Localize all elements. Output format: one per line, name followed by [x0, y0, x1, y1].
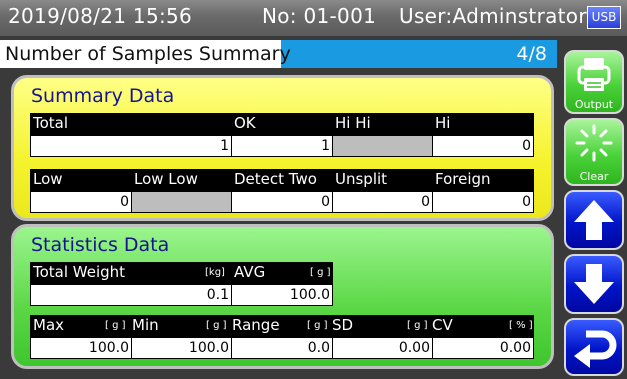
value-min: 100.0 — [131, 337, 232, 359]
stat-header-label: SD — [332, 316, 354, 334]
stat-header-unit: [ % ] — [509, 320, 533, 331]
summary-header-row-2: Low Low Low Detect Two Unsplit Foreign — [30, 169, 534, 191]
summary-value-row-1: 1 1 0 — [30, 135, 534, 157]
statistics-title: Statistics Data — [31, 234, 170, 256]
stat-header-label: Min — [132, 316, 159, 334]
value-low: 0 — [30, 191, 132, 213]
printer-icon — [577, 58, 611, 91]
value-ok: 1 — [231, 135, 333, 157]
summary-header-cell: Unsplit — [335, 170, 388, 188]
value-foreign: 0 — [432, 191, 534, 213]
value-range: 0.0 — [231, 337, 333, 359]
arrow-up-icon — [574, 200, 614, 240]
stat-header-unit: [ g ] — [307, 320, 328, 331]
summary-header-row-1: Total OK Hi Hi Hi — [30, 113, 534, 135]
clear-button[interactable]: Clear — [564, 118, 624, 186]
summary-header-cell: Low Low — [134, 170, 198, 188]
stat-value-row: 100.0 100.0 0.0 0.00 0.00 — [30, 337, 534, 359]
arrow-down-icon — [574, 264, 614, 304]
clear-icon — [575, 124, 613, 162]
stat-header-label: Total Weight — [33, 263, 126, 281]
stat-header-unit: [ g ] — [407, 320, 428, 331]
stat-header-unit: [ g ] — [206, 320, 227, 331]
title-bar: Number of Samples Summary 4/8 — [0, 40, 557, 68]
summary-header-cell: Detect Two — [234, 170, 317, 188]
scroll-up-button[interactable] — [564, 190, 624, 250]
summary-header-cell: Hi Hi — [335, 114, 371, 132]
stat-header-unit: [kg] — [205, 267, 225, 278]
stat-header-label: Range — [232, 316, 280, 334]
return-icon — [574, 330, 617, 368]
value-lowlow — [131, 191, 232, 213]
summary-header-cell: OK — [234, 114, 256, 132]
stat-header-label: Max — [33, 316, 65, 334]
summary-panel: Summary Data Total OK Hi Hi Hi 1 1 0 Low… — [11, 75, 554, 221]
summary-header-cell: Foreign — [435, 170, 491, 188]
value-total: 1 — [30, 135, 232, 157]
summary-header-cell: Hi — [435, 114, 451, 132]
scroll-down-button[interactable] — [564, 254, 624, 314]
user-name: User:Adminstrator — [399, 4, 587, 28]
value-unsplit: 0 — [332, 191, 433, 213]
statistics-panel: Statistics Data Total Weight [kg] AVG [ … — [11, 224, 554, 369]
output-button[interactable]: Output — [564, 50, 624, 114]
summary-value-row-2: 0 0 0 0 — [30, 191, 534, 213]
weight-value-row: 0.1 100.0 — [30, 284, 333, 306]
sample-number: No: 01-001 — [262, 4, 377, 28]
output-label: Output — [574, 98, 614, 111]
summary-header-cell: Low — [33, 170, 63, 188]
datetime: 2019/08/21 15:56 — [8, 4, 193, 28]
page-number: 4/8 — [516, 43, 547, 65]
stat-header-row: Max [ g ] Min [ g ] Range [ g ] SD [ g ]… — [30, 315, 534, 337]
value-max: 100.0 — [30, 337, 132, 359]
return-button[interactable] — [564, 318, 624, 376]
stat-header-unit: [ g ] — [310, 267, 331, 278]
status-bar: 2019/08/21 15:56 No: 01-001 User:Adminst… — [0, 0, 627, 36]
value-hi: 0 — [432, 135, 534, 157]
summary-header-cell: Total — [33, 114, 69, 132]
weight-header-row: Total Weight [kg] AVG [ g ] — [30, 262, 333, 284]
value-hihi — [332, 135, 433, 157]
clear-label: Clear — [579, 170, 609, 183]
value-detect-two: 0 — [231, 191, 333, 213]
value-cv: 0.00 — [432, 337, 534, 359]
stat-header-label: CV — [432, 316, 453, 334]
value-avg: 100.0 — [231, 284, 333, 306]
usb-indicator: USB — [587, 6, 621, 29]
stat-header-label: AVG — [234, 263, 266, 281]
summary-title: Summary Data — [31, 85, 175, 107]
value-total-weight: 0.1 — [30, 284, 232, 306]
value-sd: 0.00 — [332, 337, 433, 359]
stat-header-unit: [ g ] — [105, 320, 126, 331]
page-title: Number of Samples Summary — [0, 40, 291, 68]
